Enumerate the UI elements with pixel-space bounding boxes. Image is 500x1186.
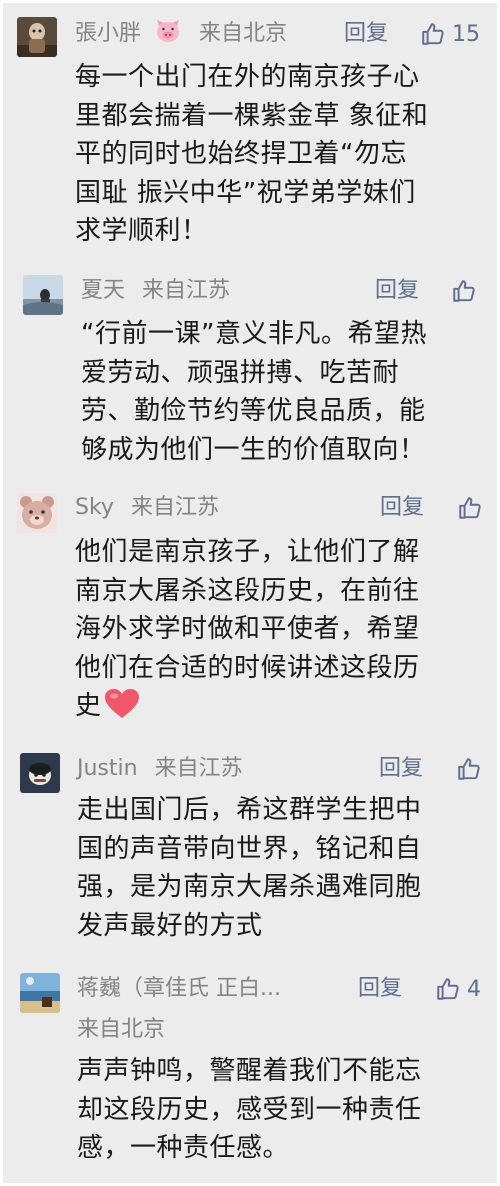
comment-line: 发声最好的方式 xyxy=(77,910,263,941)
user-name-line: 夏天 来自江苏 xyxy=(81,276,230,306)
comment-line: 南京大屠杀这段历史，在前往 xyxy=(75,575,420,606)
comment-text: 走出国门后，希这群学生把中 国的声音带向世界，铭记和自 强，是为南京大屠杀遇难同… xyxy=(77,791,422,945)
comment-line: 国的声音带向世界，铭记和自 xyxy=(77,833,422,864)
reply-button[interactable]: 回复 xyxy=(375,276,419,306)
like-count: 4 xyxy=(467,976,481,1002)
user-name[interactable]: 張小胖 xyxy=(75,21,141,46)
like-button[interactable] xyxy=(451,276,483,306)
user-name[interactable]: Justin xyxy=(77,756,138,781)
comment-line: 强，是为南京大屠杀遇难同胞 xyxy=(77,872,422,902)
comment-line: 国耻 振兴中华”祝学弟学妹们 xyxy=(75,177,416,208)
like-button[interactable] xyxy=(457,493,489,523)
user-name[interactable]: Sky xyxy=(75,495,114,520)
user-location: 来自江苏 xyxy=(154,756,243,781)
comment-line: 他们是南京孩子，让他们了解 xyxy=(75,537,420,567)
comment-line: 走出国门后，希这群学生把中 xyxy=(77,795,422,825)
comment-line: 他们在合适的时候讲述这段历 xyxy=(75,652,420,683)
user-avatar[interactable] xyxy=(23,275,63,315)
user-avatar[interactable] xyxy=(17,493,57,533)
comment-line: “行前一课”意义非凡。希望热 xyxy=(81,319,427,349)
pig-emoji-icon xyxy=(154,19,182,52)
comment-text: 他们是南京孩子，让他们了解 南京大屠杀这段历史，在前往 海外求学时做和平使者，希… xyxy=(75,533,420,732)
comment-line: 里都会揣着一棵紫金草 象征和 xyxy=(75,100,429,131)
comment-line-with-emoji: 史 xyxy=(75,687,420,732)
user-name-line: 張小胖 来自北京 xyxy=(75,19,287,52)
user-name[interactable]: 夏天 xyxy=(81,278,125,303)
comment-line: 海外求学时做和平使者，希望 xyxy=(75,614,420,644)
comment-panel: 張小胖 来自北京 回复 15 每一个出门在外的南京孩子心 里都会揣着一棵紫金草 … xyxy=(0,0,500,1186)
user-location: 来自北京 xyxy=(77,1017,166,1042)
thumbs-up-icon xyxy=(437,978,459,1000)
like-count: 15 xyxy=(452,21,480,47)
comment-line: 爱劳动、顽强拼搏、吃苦耐 xyxy=(81,357,400,388)
comment-line: 感，一种责任感。 xyxy=(77,1133,290,1163)
comment-text: “行前一课”意义非凡。希望热 爱劳动、顽强拼搏、吃苦耐 劳、勤俭节约等优良品质，… xyxy=(81,315,427,469)
user-name[interactable]: 蒋巍（章佳氏 正白... xyxy=(77,976,281,1001)
user-name-line: 蒋巍（章佳氏 正白... xyxy=(77,974,281,1004)
comment-line: 声声钟鸣，警醒着我们不能忘 xyxy=(77,1056,422,1086)
user-name-line: Justin 来自江苏 xyxy=(77,754,243,784)
reply-button[interactable]: 回复 xyxy=(380,493,424,523)
user-avatar[interactable] xyxy=(20,753,60,793)
comment-line: 劳、勤俭节约等优良品质，能 xyxy=(81,396,426,426)
thumbs-up-icon xyxy=(453,280,475,302)
user-location: 来自北京 xyxy=(199,21,288,46)
thumbs-up-icon xyxy=(422,23,444,45)
user-avatar[interactable] xyxy=(20,973,60,1013)
user-avatar[interactable] xyxy=(17,17,57,57)
reply-button[interactable]: 回复 xyxy=(358,974,402,1004)
comment-line: 却这段历史，感受到一种责任 xyxy=(77,1094,422,1125)
comment-line: 够成为他们一生的价值取向！ xyxy=(81,434,426,465)
like-button[interactable]: 15 xyxy=(420,19,480,49)
comment-line: 求学顺利！ xyxy=(75,216,208,246)
heart-emoji-icon xyxy=(104,688,140,732)
user-location: 来自江苏 xyxy=(130,495,219,520)
comment-line: 史 xyxy=(75,691,102,721)
comment-text: 声声钟鸣，警醒着我们不能忘 却这段历史，感受到一种责任 感，一种责任感。 xyxy=(77,1052,422,1168)
user-location: 来自江苏 xyxy=(142,278,231,303)
like-button[interactable] xyxy=(456,754,488,784)
thumbs-up-icon xyxy=(459,497,481,519)
comment-text: 每一个出门在外的南京孩子心 里都会揣着一棵紫金草 象征和 平的同时也始终捍卫着“… xyxy=(75,58,428,251)
reply-button[interactable]: 回复 xyxy=(344,19,388,49)
reply-button[interactable]: 回复 xyxy=(379,754,423,784)
comment-line: 每一个出门在外的南京孩子心 xyxy=(75,62,420,92)
user-name-line: Sky 来自江苏 xyxy=(75,493,219,523)
like-button[interactable]: 4 xyxy=(435,974,481,1004)
comment-line: 平的同时也始终捍卫着“勿忘 xyxy=(75,139,407,169)
thumbs-up-icon xyxy=(458,758,480,780)
